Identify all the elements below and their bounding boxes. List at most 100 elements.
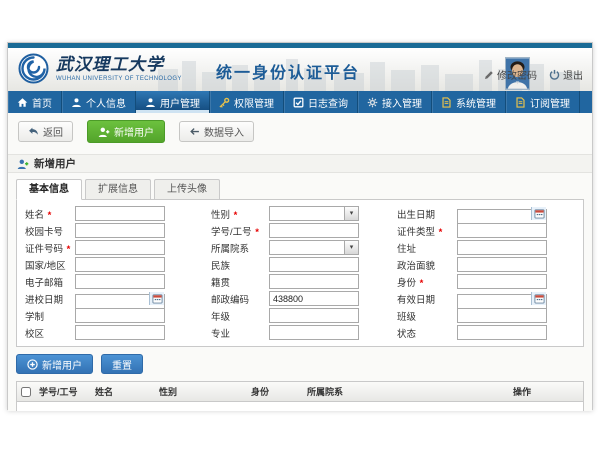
id-type-input[interactable] — [457, 223, 547, 238]
grade-input[interactable] — [269, 308, 359, 323]
nav-item-label: 首页 — [32, 95, 52, 110]
required-asterisk: * — [45, 210, 51, 221]
home-icon — [17, 97, 28, 108]
form-cell-address: 住址 — [393, 240, 579, 255]
form-cell-status: 状态 — [393, 325, 579, 340]
form-cell-name: 姓名 * — [21, 206, 207, 221]
field-label-id-number: 证件号码 * — [21, 241, 75, 255]
field-label-email: 电子邮箱 — [21, 275, 75, 289]
form-cell-birth-date: 出生日期 — [393, 206, 579, 221]
school-system-input[interactable] — [75, 308, 165, 323]
name-input[interactable] — [75, 206, 165, 221]
calendar-icon[interactable] — [531, 292, 546, 305]
enroll-date-field-wrap — [75, 291, 165, 306]
student-id-input[interactable] — [269, 223, 359, 238]
form-cell-grade: 年级 — [207, 308, 393, 323]
table-header-row: 学号/工号姓名性别身份所属院系操作 — [17, 382, 583, 402]
brand: 武汉理工大学 WUHAN UNIVERSITY OF TECHNOLOGY — [18, 53, 182, 84]
field-label-native-place: 籍贯 — [207, 275, 269, 289]
email-input[interactable] — [75, 274, 165, 289]
nav-item-label: 日志查询 — [308, 95, 348, 110]
form-cell-identity: 身份 * — [393, 274, 579, 289]
pencil-icon — [484, 70, 494, 80]
section-title: 新增用户 — [34, 156, 76, 171]
table-column-header: 性别 — [155, 382, 247, 402]
tab-upload-avatar[interactable]: 上传头像 — [154, 179, 220, 200]
field-label-id-type: 证件类型 * — [393, 224, 457, 238]
change-password-link[interactable]: 修改密码 — [484, 67, 537, 82]
form-cell-class: 班级 — [393, 308, 579, 323]
add-user-section-icon — [17, 158, 29, 170]
content-area: 返回 新增用户 数据导入 新增用户 基本信息 扩展信息 上传头像 — [8, 113, 592, 411]
country-region-input[interactable] — [75, 257, 165, 272]
doc-icon — [441, 97, 452, 108]
user-add-icon — [98, 126, 110, 138]
reset-button[interactable]: 重置 — [101, 354, 143, 374]
university-logo — [18, 53, 49, 84]
toolbar: 返回 新增用户 数据导入 — [8, 113, 592, 150]
chevron-down-icon: ▾ — [344, 241, 358, 254]
field-label-name: 姓名 * — [21, 207, 75, 221]
major-input[interactable] — [269, 325, 359, 340]
section-header: 新增用户 — [8, 154, 592, 173]
tab-extended-info[interactable]: 扩展信息 — [85, 179, 151, 200]
identity-input[interactable] — [457, 274, 547, 289]
address-input[interactable] — [457, 240, 547, 255]
form-cell-gender: 性别 *▾ — [207, 206, 393, 221]
nav-item-profile[interactable]: 个人信息 — [62, 91, 136, 113]
logout-link[interactable]: 退出 — [549, 67, 583, 82]
department-select[interactable]: ▾ — [269, 240, 359, 255]
form-cell-political-status: 政治面貌 — [393, 257, 579, 272]
field-label-campus: 校区 — [21, 326, 75, 340]
nav-item-users[interactable]: 用户管理 — [136, 91, 210, 113]
political-status-input[interactable] — [457, 257, 547, 272]
select-all-checkbox[interactable] — [21, 387, 31, 397]
class-input[interactable] — [457, 308, 547, 323]
nav-item-system[interactable]: 系统管理 — [432, 91, 506, 113]
form-tabs: 基本信息 扩展信息 上传头像 — [16, 179, 592, 200]
field-label-school-system: 学制 — [21, 309, 75, 323]
table-column-header: 姓名 — [91, 382, 155, 402]
form-cell-email: 电子邮箱 — [21, 274, 207, 289]
ethnicity-input[interactable] — [269, 257, 359, 272]
user-icon — [145, 97, 156, 108]
nav-item-subscriptions[interactable]: 订阅管理 — [506, 91, 580, 113]
data-import-button[interactable]: 数据导入 — [179, 121, 254, 142]
form-cell-ethnicity: 民族 — [207, 257, 393, 272]
field-label-ethnicity: 民族 — [207, 258, 269, 272]
add-user-toolbar-button[interactable]: 新增用户 — [87, 120, 165, 143]
table-column-header: 操作 — [509, 382, 583, 402]
back-button[interactable]: 返回 — [18, 121, 73, 142]
field-label-grade: 年级 — [207, 309, 269, 323]
tab-label: 扩展信息 — [98, 184, 138, 195]
calendar-icon[interactable] — [149, 292, 164, 305]
field-label-class: 班级 — [393, 309, 457, 323]
change-password-label: 修改密码 — [497, 67, 537, 82]
status-input[interactable] — [457, 325, 547, 340]
nav-item-home[interactable]: 首页 — [8, 91, 62, 113]
university-name-en: WUHAN UNIVERSITY OF TECHNOLOGY — [56, 76, 182, 82]
tab-basic-info[interactable]: 基本信息 — [16, 179, 82, 200]
required-asterisk: * — [64, 244, 70, 255]
nav-item-permissions[interactable]: 权限管理 — [210, 91, 284, 113]
nav-item-label: 系统管理 — [456, 95, 496, 110]
campus-card-input[interactable] — [75, 223, 165, 238]
university-name-block: 武汉理工大学 WUHAN UNIVERSITY OF TECHNOLOGY — [56, 55, 182, 82]
university-name-cn: 武汉理工大学 — [56, 55, 182, 75]
results-table-box: 学号/工号姓名性别身份所属院系操作 — [16, 381, 584, 411]
submit-add-user-button[interactable]: 新增用户 — [16, 354, 93, 374]
gender-select[interactable]: ▾ — [269, 206, 359, 221]
valid-date-field-wrap — [457, 291, 547, 306]
id-number-input[interactable] — [75, 240, 165, 255]
add-user-toolbar-label: 新增用户 — [114, 124, 154, 139]
nav-item-logs[interactable]: 日志查询 — [284, 91, 358, 113]
calendar-icon[interactable] — [531, 207, 546, 220]
campus-input[interactable] — [75, 325, 165, 340]
nav-item-access[interactable]: 接入管理 — [358, 91, 432, 113]
postal-code-input[interactable] — [269, 291, 359, 306]
table-column-header: 学号/工号 — [35, 382, 91, 402]
form-cell-major: 专业 — [207, 325, 393, 340]
form-cell-valid-date: 有效日期 — [393, 291, 579, 306]
native-place-input[interactable] — [269, 274, 359, 289]
form-cell-country-region: 国家/地区 — [21, 257, 207, 272]
